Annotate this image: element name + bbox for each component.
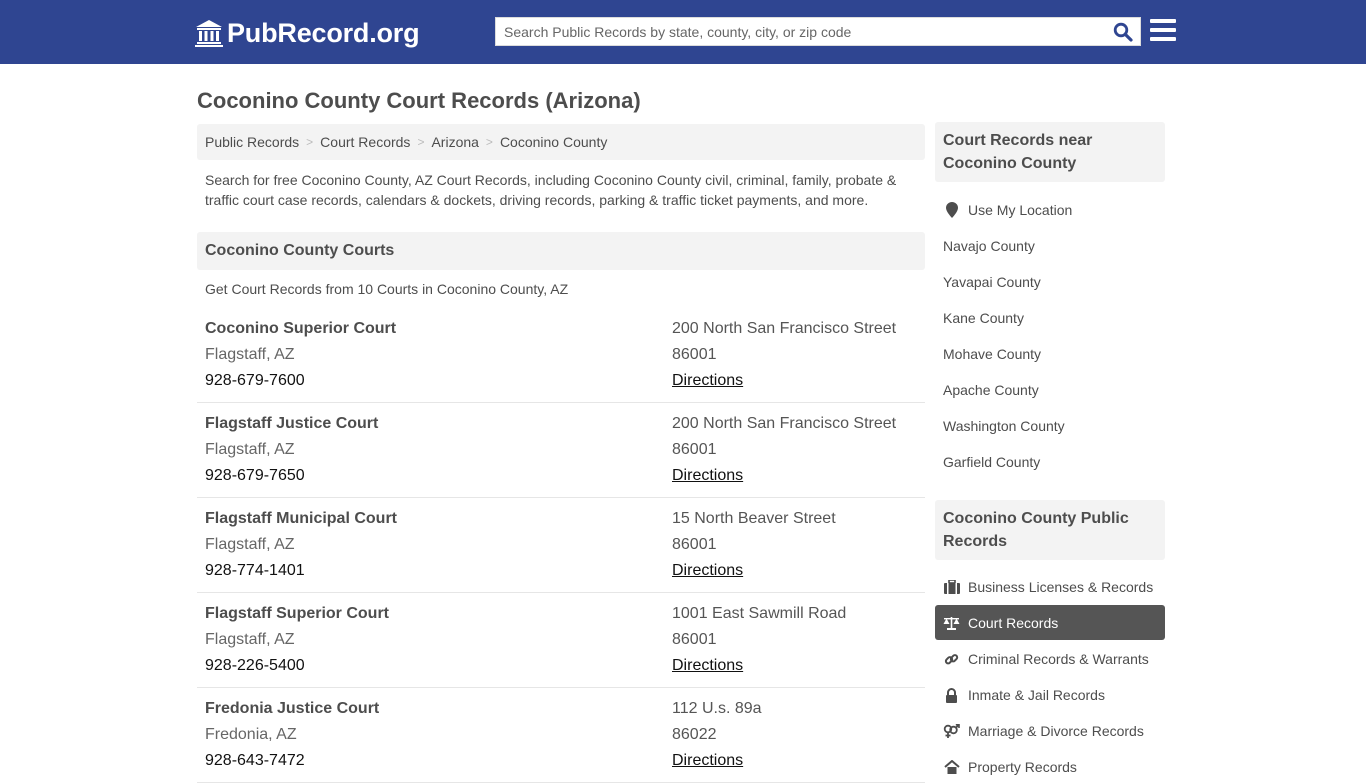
court-city: Fredonia, AZ bbox=[205, 726, 297, 743]
directions-link[interactable]: Directions bbox=[672, 653, 846, 679]
home-icon bbox=[943, 759, 960, 775]
nearby-county-link[interactable]: Mohave County bbox=[935, 337, 1165, 371]
sidebar-item-inmate-records[interactable]: Inmate & Jail Records bbox=[935, 678, 1165, 712]
breadcrumb-separator: > bbox=[417, 135, 425, 149]
breadcrumb-coconino-county[interactable]: Coconino County bbox=[500, 134, 607, 150]
breadcrumb-separator: > bbox=[485, 135, 493, 149]
sidebar-item-label: Court Records bbox=[968, 614, 1059, 631]
court-zip: 86001 bbox=[672, 441, 717, 458]
directions-link[interactable]: Directions bbox=[672, 748, 762, 774]
breadcrumb-arizona[interactable]: Arizona bbox=[431, 134, 478, 150]
court-phone[interactable]: 928-679-7600 bbox=[205, 368, 396, 394]
court-name[interactable]: Fredonia Justice Court bbox=[205, 696, 379, 722]
court-address: 112 U.s. 89a bbox=[672, 700, 762, 717]
court-name[interactable]: Flagstaff Municipal Court bbox=[205, 506, 397, 532]
top-navbar: PubRecord.org bbox=[0, 0, 1366, 64]
balance-scale-icon bbox=[943, 615, 960, 631]
link-icon bbox=[943, 651, 960, 667]
court-phone[interactable]: 928-774-1401 bbox=[205, 558, 397, 584]
search-input[interactable] bbox=[496, 18, 1106, 45]
courts-count-text: Get Court Records from 10 Courts in Coco… bbox=[205, 281, 569, 297]
court-address: 200 North San Francisco Street bbox=[672, 320, 897, 337]
sidebar-item-criminal-records[interactable]: Criminal Records & Warrants bbox=[935, 642, 1165, 676]
intro-text: Search for free Coconino County, AZ Cour… bbox=[205, 172, 897, 208]
search-button[interactable] bbox=[1106, 18, 1140, 45]
court-list-item: Coconino Superior Court Flagstaff, AZ 92… bbox=[197, 308, 925, 403]
court-name[interactable]: Coconino Superior Court bbox=[205, 316, 396, 342]
sidebar-item-court-records[interactable]: Court Records bbox=[935, 605, 1165, 640]
sidebar-item-business-licenses[interactable]: Business Licenses & Records bbox=[935, 570, 1165, 604]
courthouse-icon bbox=[195, 20, 223, 47]
venus-mars-icon bbox=[943, 723, 960, 739]
court-phone[interactable]: 928-679-7650 bbox=[205, 463, 378, 489]
sidebar-item-label: Criminal Records & Warrants bbox=[968, 651, 1149, 667]
logo-text: PubRecord.org bbox=[227, 17, 420, 48]
court-name[interactable]: Flagstaff Justice Court bbox=[205, 411, 378, 437]
directions-link[interactable]: Directions bbox=[672, 558, 836, 584]
section-heading-courts: Coconino County Courts bbox=[197, 232, 925, 270]
court-list-item: Flagstaff Superior Court Flagstaff, AZ 9… bbox=[197, 593, 925, 688]
nearby-county-link[interactable]: Navajo County bbox=[935, 229, 1165, 263]
search-icon bbox=[1113, 22, 1133, 42]
court-zip: 86001 bbox=[672, 536, 717, 553]
court-city: Flagstaff, AZ bbox=[205, 346, 295, 363]
nearby-county-link[interactable]: Kane County bbox=[935, 301, 1165, 335]
court-address: 15 North Beaver Street bbox=[672, 510, 836, 527]
sidebar-item-label: Marriage & Divorce Records bbox=[968, 723, 1144, 739]
court-address: 1001 East Sawmill Road bbox=[672, 605, 847, 622]
court-list-item: Fredonia Justice Court Fredonia, AZ 928-… bbox=[197, 688, 925, 783]
breadcrumb-public-records[interactable]: Public Records bbox=[205, 134, 299, 150]
sidebar-item-label: Business Licenses & Records bbox=[968, 579, 1154, 595]
sidebar-item-property-records[interactable]: Property Records bbox=[935, 750, 1165, 784]
court-zip: 86001 bbox=[672, 631, 717, 648]
court-zip: 86022 bbox=[672, 726, 717, 743]
nearby-county-link[interactable]: Washington County bbox=[935, 409, 1165, 443]
court-phone[interactable]: 928-643-7472 bbox=[205, 748, 379, 774]
briefcase-icon bbox=[943, 579, 960, 595]
court-phone[interactable]: 928-226-5400 bbox=[205, 653, 389, 679]
directions-link[interactable]: Directions bbox=[672, 368, 896, 394]
page-title: Coconino County Court Records (Arizona) bbox=[197, 88, 641, 113]
sidebar-item-label: Property Records bbox=[968, 759, 1077, 775]
court-list-item: Flagstaff Justice Court Flagstaff, AZ 92… bbox=[197, 403, 925, 498]
court-city: Flagstaff, AZ bbox=[205, 631, 295, 648]
nearby-county-link[interactable]: Apache County bbox=[935, 373, 1165, 407]
use-my-location-label: Use My Location bbox=[968, 202, 1073, 218]
lock-icon bbox=[943, 687, 960, 703]
site-logo[interactable]: PubRecord.org bbox=[195, 17, 420, 49]
breadcrumb: Public Records > Court Records > Arizona… bbox=[197, 124, 925, 160]
directions-link[interactable]: Directions bbox=[672, 463, 896, 489]
breadcrumb-court-records[interactable]: Court Records bbox=[320, 134, 410, 150]
use-my-location-link[interactable]: Use My Location bbox=[935, 193, 1165, 227]
court-list-item: Flagstaff Municipal Court Flagstaff, AZ … bbox=[197, 498, 925, 593]
court-name[interactable]: Flagstaff Superior Court bbox=[205, 601, 389, 627]
sidebar-heading-public-records: Coconino County Public Records bbox=[935, 500, 1165, 560]
court-city: Flagstaff, AZ bbox=[205, 536, 295, 553]
court-zip: 86001 bbox=[672, 346, 717, 363]
sidebar-heading-nearby: Court Records near Coconino County bbox=[935, 122, 1165, 182]
hamburger-menu-icon[interactable] bbox=[1150, 19, 1176, 43]
court-address: 200 North San Francisco Street bbox=[672, 415, 897, 432]
search-bar bbox=[495, 17, 1141, 46]
map-marker-icon bbox=[943, 202, 960, 218]
court-city: Flagstaff, AZ bbox=[205, 441, 295, 458]
sidebar-item-marriage-records[interactable]: Marriage & Divorce Records bbox=[935, 714, 1165, 748]
sidebar-item-label: Inmate & Jail Records bbox=[968, 687, 1105, 703]
nearby-county-link[interactable]: Yavapai County bbox=[935, 265, 1165, 299]
breadcrumb-separator: > bbox=[306, 135, 314, 149]
nearby-county-link[interactable]: Garfield County bbox=[935, 445, 1165, 479]
